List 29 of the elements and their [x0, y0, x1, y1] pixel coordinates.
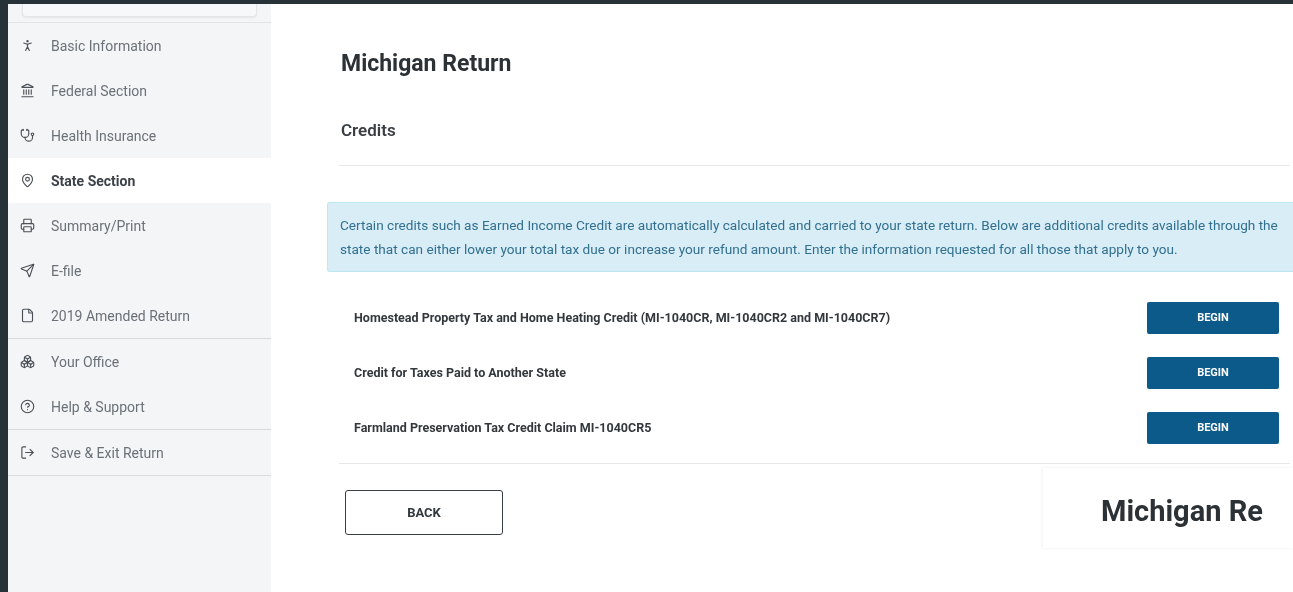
sidebar-item[interactable]: State Section — [8, 158, 271, 203]
sidebar-item[interactable]: Federal Section — [8, 68, 271, 113]
sidebar-item[interactable]: Your Office — [8, 339, 271, 384]
map-pin-icon — [20, 173, 35, 188]
search-field[interactable] — [22, 4, 257, 17]
credit-label: Farmland Preservation Tax Credit Claim MI-1040CR5 — [354, 420, 652, 435]
sidebar-item[interactable]: E-file — [8, 248, 271, 293]
paper-plane-icon — [20, 263, 35, 278]
file-icon — [20, 308, 35, 323]
credit-label: Credit for Taxes Paid to Another State — [354, 365, 566, 380]
stethoscope-icon — [20, 128, 35, 143]
info-alert: Certain credits such as Earned Income Credit are automatically calculated and carried to your state return. Below are additional credits available through the state that can either lower your total tax due or increase your refund amount. Enter the information requested for all those that apply to you. — [327, 202, 1293, 272]
begin-button[interactable]: BEGIN — [1147, 301, 1279, 334]
credit-label: Homestead Property Tax and Home Heating Credit (MI-1040CR, MI-1040CR2 and MI-1040CR7) — [354, 310, 891, 325]
page-title: Michigan Return — [341, 50, 512, 77]
back-button[interactable]: BACK — [345, 490, 503, 535]
exit-icon — [20, 445, 35, 460]
printer-icon — [20, 218, 35, 233]
card-title: Michigan Re — [1101, 494, 1263, 528]
section-title: Credits — [341, 120, 396, 140]
help-icon — [20, 399, 35, 414]
sidebar-item[interactable]: Summary/Print — [8, 203, 271, 248]
begin-button[interactable]: BEGIN — [1147, 356, 1279, 389]
person-icon — [20, 38, 35, 53]
bank-icon — [20, 83, 35, 98]
begin-button[interactable]: BEGIN — [1147, 411, 1279, 444]
sidebar-item[interactable]: Basic Information — [8, 23, 271, 68]
boxes-icon — [20, 354, 35, 369]
sidebar-item[interactable]: Health Insurance — [8, 113, 271, 158]
